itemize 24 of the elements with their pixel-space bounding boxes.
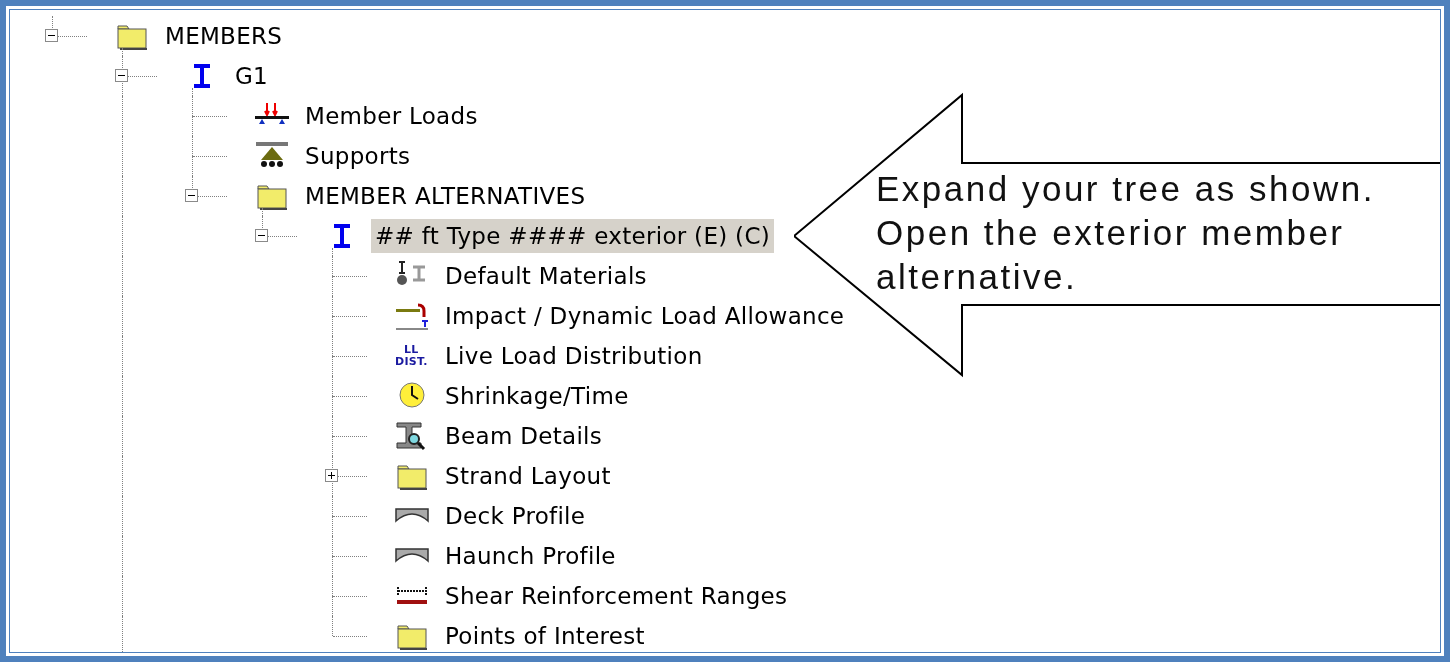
collapse-toggle[interactable] — [115, 69, 128, 82]
expand-toggle[interactable] — [325, 469, 338, 482]
tree-item[interactable]: Member Loads — [301, 99, 482, 133]
tree-item[interactable]: Supports — [301, 139, 415, 173]
tree-item[interactable]: MEMBERS — [161, 19, 287, 53]
tree-item[interactable]: Deck Profile — [441, 499, 590, 533]
collapse-toggle[interactable] — [255, 229, 268, 242]
tree-item[interactable]: Strand Layout — [441, 459, 615, 493]
callout-text: Expand your tree as shown. Open the exterior member alternative. — [876, 168, 1376, 298]
tree-item[interactable]: Impact / Dynamic Load Allowance — [441, 299, 849, 333]
tree-item[interactable]: Shear Reinforcement Ranges — [441, 579, 792, 613]
icon-label: LL DIST. — [395, 344, 428, 368]
tree-item[interactable]: Haunch Profile — [441, 539, 620, 573]
tree-item[interactable]: Beam Details — [441, 419, 607, 453]
tree-item[interactable]: G1 — [231, 59, 273, 93]
tree-item[interactable]: Live Load Distribution — [441, 339, 707, 373]
tree-item[interactable]: Points of Interest — [441, 619, 649, 652]
tree-item[interactable]: Shrinkage/Time — [441, 379, 633, 413]
tree-item[interactable]: MEMBER ALTERNATIVES — [301, 179, 590, 213]
collapse-toggle[interactable] — [45, 29, 58, 42]
tree-item[interactable]: ## ft Type #### exterior (E) (C) — [371, 219, 775, 253]
impact-icon — [394, 301, 430, 331]
collapse-toggle[interactable] — [185, 189, 198, 202]
tree-item[interactable]: Default Materials — [441, 259, 651, 293]
